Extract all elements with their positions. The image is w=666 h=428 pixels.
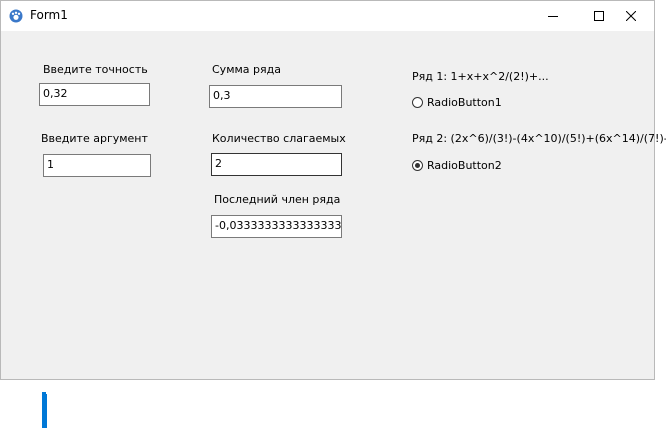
desktop: Form1 Введите точность 0,32 Введите аргу… xyxy=(0,0,666,428)
term-count-output[interactable]: 2 xyxy=(211,153,342,176)
precision-label: Введите точность xyxy=(43,63,148,76)
minimize-icon xyxy=(548,16,558,17)
minimize-button[interactable] xyxy=(530,1,576,31)
close-icon xyxy=(626,11,636,21)
paw-icon xyxy=(9,9,23,23)
series2-label: Ряд 2: (2x^6)/(3!)-(4x^10)/(5!)+(6x^14)/… xyxy=(412,132,666,145)
radio-button-1-label: RadioButton1 xyxy=(427,96,502,109)
radio-button-1[interactable]: RadioButton1 xyxy=(412,96,502,109)
close-button[interactable] xyxy=(608,1,654,31)
series-sum-label: Сумма ряда xyxy=(212,63,281,76)
argument-label: Введите аргумент xyxy=(41,132,148,145)
radio-button-2[interactable]: RadioButton2 xyxy=(412,159,502,172)
precision-input[interactable]: 0,32 xyxy=(39,83,150,106)
argument-input[interactable]: 1 xyxy=(43,154,151,177)
series1-label: Ряд 1: 1+x+x^2/(2!)+... xyxy=(412,70,549,83)
calculate-button-wrapper xyxy=(42,392,46,428)
series-sum-output[interactable]: 0,3 xyxy=(209,85,342,108)
radio-button-2-label: RadioButton2 xyxy=(427,159,502,172)
window-title: Form1 xyxy=(30,8,68,22)
maximize-icon xyxy=(594,11,604,21)
last-term-output[interactable]: -0,0333333333333333 xyxy=(211,215,342,238)
form1-window: Form1 Введите точность 0,32 Введите аргу… xyxy=(0,0,666,428)
term-count-label: Количество слагаемых xyxy=(212,132,346,145)
last-term-label: Последний член ряда xyxy=(214,193,341,206)
title-bar[interactable]: Form1 xyxy=(1,1,654,31)
radio-dot xyxy=(415,163,420,168)
radio-circle-unchecked xyxy=(412,97,423,108)
radio-circle-checked xyxy=(412,160,423,171)
